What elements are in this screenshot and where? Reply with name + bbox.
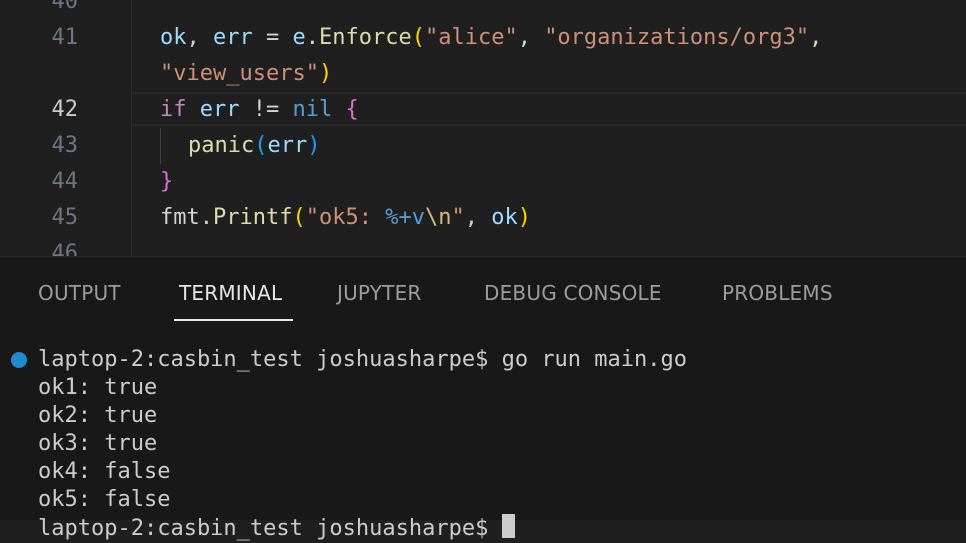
token: . (305, 25, 319, 50)
code-editor[interactable]: 40 41 42 43 44 45 46 ok, err = e.Enforce… (0, 0, 966, 256)
line-number: 43 (51, 133, 79, 158)
line-number: 41 (51, 25, 79, 50)
token: ( (292, 205, 306, 230)
active-tab-indicator (174, 319, 293, 321)
token: } (160, 169, 174, 194)
token: ok (491, 205, 518, 230)
token: e (292, 25, 306, 50)
line-number: 46 (51, 241, 79, 256)
bottom-panel: OUTPUT TERMINAL JUPYTER DEBUG CONSOLE PR… (0, 256, 966, 541)
token: %+v (385, 205, 425, 230)
code-line-45[interactable]: fmt.Printf("ok5: %+v\n", ok) (160, 200, 531, 236)
code-line-43[interactable]: panic(err) (188, 128, 320, 164)
gutter-border (131, 0, 132, 256)
token: Printf (213, 205, 293, 230)
token: = (252, 25, 293, 50)
token: ok (160, 25, 187, 50)
token: ( (411, 25, 425, 50)
line-number: 45 (51, 205, 79, 230)
token: , (464, 205, 492, 230)
terminal-prompt-line[interactable]: laptop-2:casbin_test joshuasharpe$ (38, 514, 515, 543)
token: " (451, 205, 465, 230)
tab-jupyter[interactable]: JUPYTER (337, 281, 422, 305)
terminal-output-line[interactable]: ok1: true (38, 374, 157, 402)
terminal-output-line[interactable]: ok5: false (38, 486, 170, 514)
line-number: 40 (51, 0, 79, 14)
terminal-cursor (501, 514, 515, 538)
token: Enforce (319, 25, 412, 50)
terminal-command-line[interactable]: laptop-2:casbin_test joshuasharpe$ go ru… (38, 346, 687, 374)
token: , (809, 25, 823, 50)
token: ) (517, 205, 531, 230)
token: fmt (160, 205, 200, 230)
terminal-output-line[interactable]: ok4: false (38, 458, 170, 486)
token: err (213, 25, 253, 50)
code-line-42[interactable]: if err != nil { (160, 92, 359, 128)
tab-problems[interactable]: PROBLEMS (722, 281, 833, 305)
token: err (267, 133, 308, 158)
code-line-44[interactable]: } (160, 164, 173, 200)
token: , (186, 25, 213, 50)
token: panic (188, 133, 255, 158)
token: != (239, 97, 293, 122)
token: . (199, 205, 213, 230)
token: if (160, 97, 187, 122)
token: ) (318, 61, 333, 86)
token: ) (307, 133, 321, 158)
token: "ok5: (305, 205, 386, 230)
terminal-output-line[interactable]: ok2: true (38, 402, 157, 430)
token: "organizations/org3" (544, 25, 810, 50)
tab-output[interactable]: OUTPUT (38, 281, 121, 305)
token: nil (292, 97, 333, 122)
tab-terminal[interactable]: TERMINAL (179, 281, 282, 305)
line-number-active: 42 (51, 97, 79, 122)
token: ( (254, 133, 268, 158)
token: "alice" (424, 25, 518, 50)
command-status-dot[interactable] (11, 352, 27, 368)
code-line-41-wrap[interactable]: "view_users") (160, 56, 332, 92)
token: err (199, 97, 240, 122)
token: \n (424, 205, 452, 230)
indent-guide (160, 128, 161, 164)
token: "view_users" (160, 61, 319, 86)
token: { (332, 97, 359, 122)
terminal-output-line[interactable]: ok3: true (38, 430, 157, 458)
code-line-41[interactable]: ok, err = e.Enforce("alice", "organizati… (160, 20, 822, 56)
line-number: 44 (51, 169, 79, 194)
token: , (517, 25, 545, 50)
tab-debug-console[interactable]: DEBUG CONSOLE (484, 281, 662, 305)
